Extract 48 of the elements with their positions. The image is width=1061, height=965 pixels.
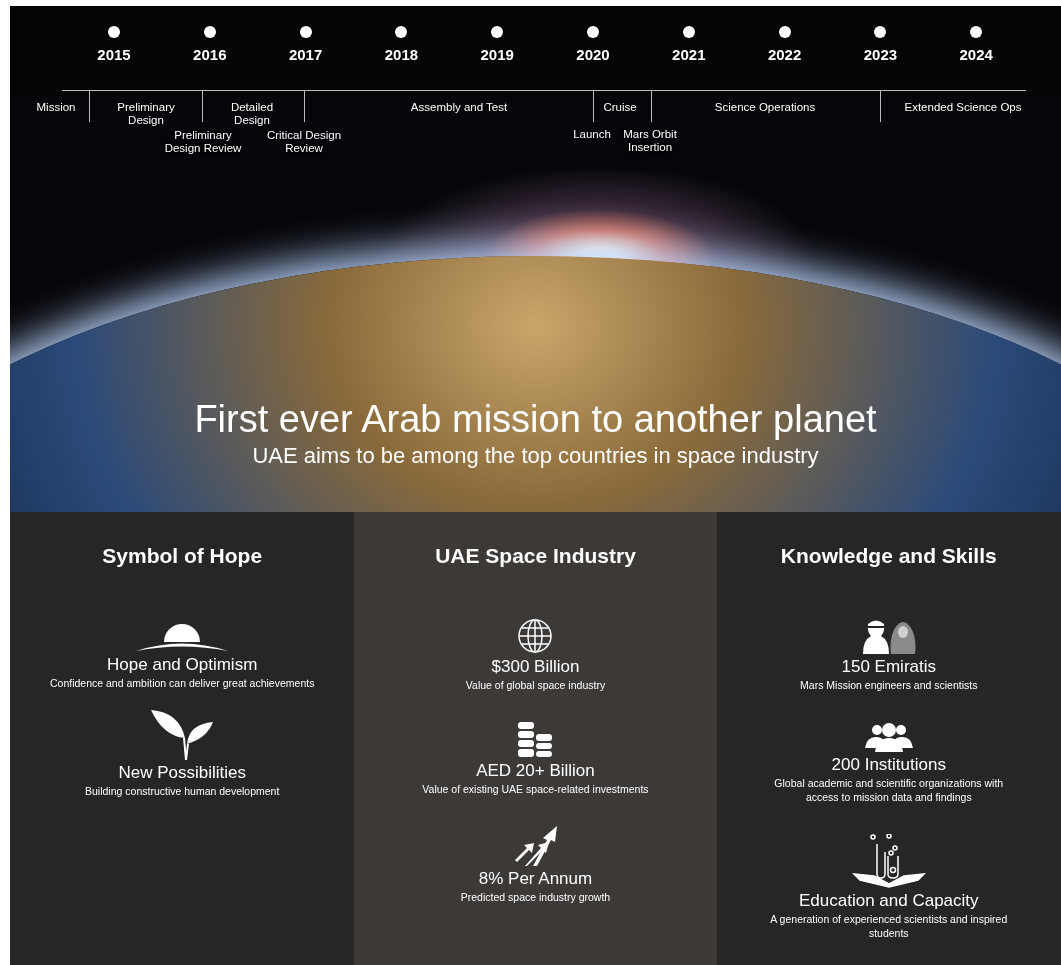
phase-label: Science Operations [713, 101, 817, 114]
sprout-icon [149, 707, 216, 760]
year-label: 2018 [384, 45, 419, 65]
stat-title: AED 20+ Billion [476, 759, 595, 782]
arrows-up-icon [513, 825, 558, 866]
milestone-label: Mars Orbit Insertion [622, 128, 678, 154]
year-label: 2024 [959, 45, 993, 65]
panel-heading: Symbol of Hope [102, 543, 263, 569]
phase-label: Mission [35, 101, 77, 114]
globe-icon [517, 617, 554, 654]
stat-title: $300 Billion [491, 655, 580, 678]
stat-description: Mars Mission engineers and scientists [799, 677, 979, 692]
phase-label: Assembly and Test [409, 101, 509, 114]
year-label: 2021 [672, 45, 706, 65]
milestone-label: Preliminary Design Review [163, 129, 243, 155]
milestone-label: Launch [572, 128, 612, 141]
stat-description: Value of global space industry [464, 677, 607, 692]
phase-label: Extended Science Ops [903, 101, 1023, 114]
stat-title: Education and Capacity [799, 889, 979, 912]
stat-title: 200 Institutions [831, 753, 946, 776]
stat-description: Global academic and scientific organizations with access to mission data and findings [773, 775, 1005, 804]
milestone-label: Critical Design Review [265, 129, 343, 155]
stat-description: Confidence and ambition can deliver great achievements [49, 675, 316, 690]
phase-label: Preliminary Design [116, 101, 176, 127]
panel-heading: UAE Space Industry [435, 543, 636, 569]
book-and-test-tubes-icon [851, 833, 926, 888]
stat-description: Building constructive human development [84, 783, 281, 798]
phase-label: Detailed Design [229, 101, 275, 127]
stat-description: Predicted space industry growth [459, 889, 612, 904]
year-label: 2015 [97, 45, 131, 65]
stat-title: New Possibilities [118, 761, 246, 784]
year-label: 2022 [767, 45, 802, 65]
stat-title: Hope and Optimism [107, 653, 258, 676]
hero-subtitle: UAE aims to be among the top countries in space industry [252, 442, 819, 470]
stat-description: A generation of experienced scientists and inspired students [769, 911, 1009, 940]
stat-description: Value of existing UAE space-related investments [421, 781, 650, 796]
stat-title: 150 Emiratis [841, 655, 936, 678]
panel-heading: Knowledge and Skills [780, 543, 997, 569]
group-icon [864, 721, 913, 752]
year-label: 2019 [480, 45, 514, 65]
year-label: 2020 [576, 45, 610, 65]
year-label: 2017 [288, 45, 323, 65]
stat-title: 8% Per Annum [478, 867, 593, 890]
year-label: 2016 [193, 45, 227, 65]
phase-label: Cruise [602, 101, 638, 114]
hero-title: First ever Arab mission to another planet [194, 397, 877, 442]
year-label: 2023 [863, 45, 898, 65]
coins-icon [518, 721, 553, 758]
